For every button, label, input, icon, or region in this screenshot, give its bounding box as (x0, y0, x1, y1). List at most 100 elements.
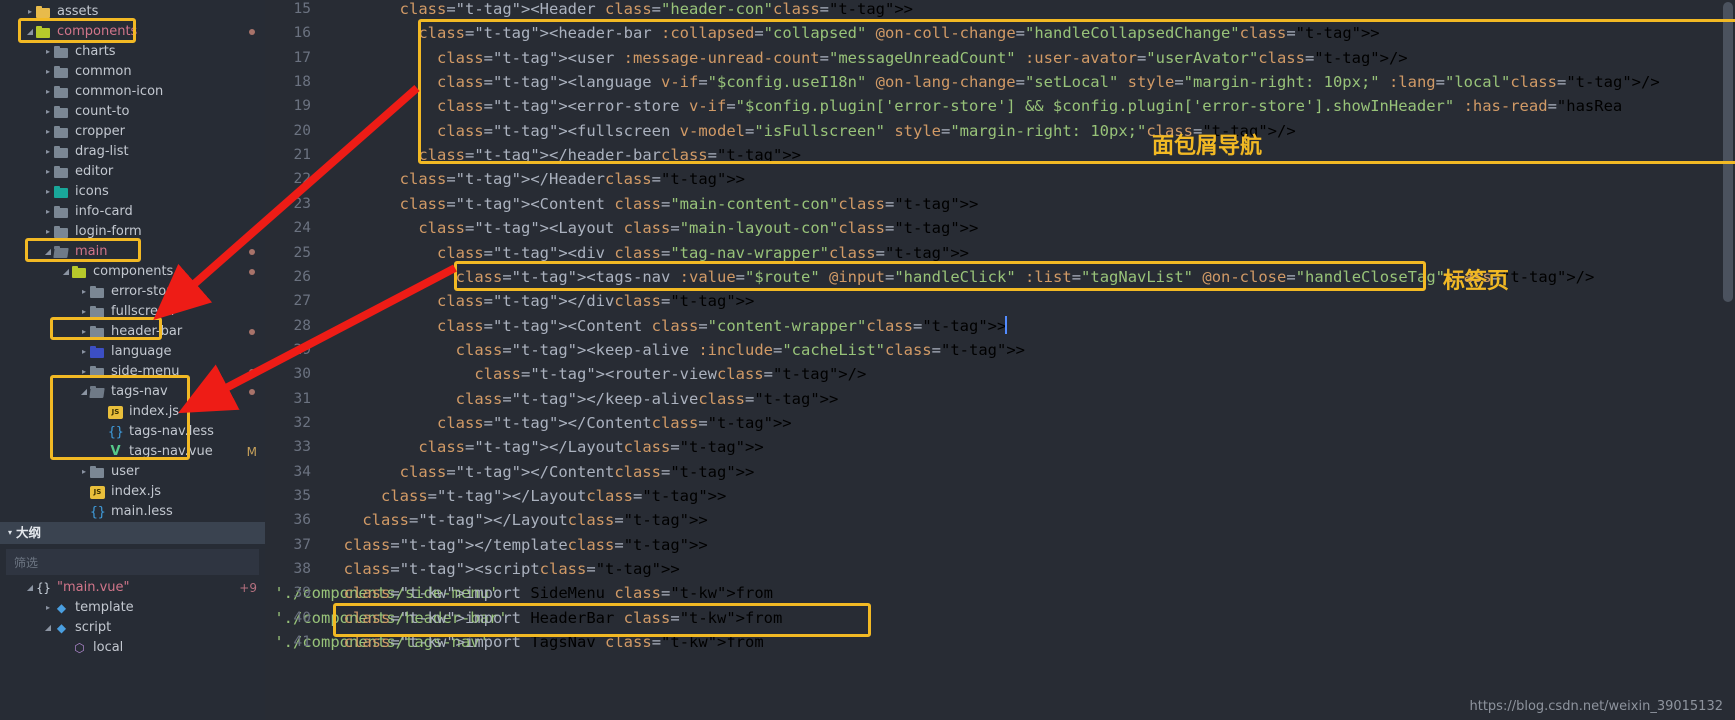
outline-item-template[interactable]: ▸ ◆ template (0, 598, 265, 618)
line-text[interactable]: class="t-tag"><scriptclass="t-tag">> (325, 557, 680, 581)
tree-item-main[interactable]: ◢ main (0, 242, 265, 262)
line-text[interactable]: class="t-tag"></Layoutclass="t-tag">> (325, 435, 763, 459)
chevron-right-icon[interactable]: ▸ (42, 122, 54, 142)
outline-item-script[interactable]: ◢ ◆ script (0, 618, 265, 638)
tree-item-index-js[interactable]: JS index.js (0, 402, 265, 422)
chevron-right-icon[interactable]: ▸ (42, 62, 54, 82)
tree-item-index-js[interactable]: JS index.js (0, 482, 265, 502)
line-text[interactable]: class="t-tag"></header-barclass="t-tag">… (325, 143, 801, 167)
file-tree[interactable]: ▸ assets ◢ components ▸ charts ▸ common ▸ common-… (0, 0, 265, 522)
cube-icon: ⬡ (74, 640, 85, 655)
line-text[interactable]: class="t-kw">import SideMenu class="t-kw… (325, 581, 773, 605)
tree-item-main-less[interactable]: {} main.less (0, 502, 265, 522)
outline-item-local[interactable]: ⬡ local (0, 638, 265, 658)
line-text[interactable]: class="t-tag"></Layoutclass="t-tag">> (325, 508, 707, 532)
line-text[interactable]: class="t-tag"><error-store v-if="$config… (325, 94, 1622, 118)
tree-item-tags-nav-less[interactable]: {} tags-nav.less (0, 422, 265, 442)
folder-icon (90, 305, 105, 319)
tree-item-header-bar[interactable]: ▸ header-bar (0, 322, 265, 342)
chevron-right-icon[interactable]: ▸ (42, 182, 54, 202)
chevron-right-icon[interactable]: ▸ (78, 362, 90, 382)
line-text[interactable]: class="t-tag"></Contentclass="t-tag">> (325, 460, 755, 484)
chevron-right-icon[interactable]: ▸ (42, 162, 54, 182)
code-line-41[interactable]: 41 class="t-kw">import TagsNav class="t-… (265, 630, 763, 654)
tree-item-fullscreen[interactable]: ▸ fullscreen (0, 302, 265, 322)
tree-item-editor[interactable]: ▸ editor (0, 162, 265, 182)
line-text[interactable]: class="t-tag"><header-bar :collapsed="co… (325, 21, 1379, 45)
tree-item-tags-nav-vue[interactable]: Vtags-nav.vue M (0, 442, 265, 462)
line-text[interactable]: class="t-kw">import HeaderBar class="t-k… (325, 606, 783, 630)
chevron-down-icon[interactable]: ◢ (24, 578, 36, 598)
chevron-right-icon[interactable]: ▸ (78, 322, 90, 342)
line-text[interactable]: class="t-tag"></Contentclass="t-tag">> (325, 411, 792, 435)
tree-item-assets[interactable]: ▸ assets (0, 2, 265, 22)
tree-item-side-menu[interactable]: ▸ side-menu (0, 362, 265, 382)
outline-filter-input[interactable]: 筛选 (6, 549, 259, 575)
scrollbar-thumb[interactable] (1723, 2, 1733, 302)
line-text[interactable]: class="t-tag"><Header class="header-con"… (325, 0, 913, 21)
chevron-down-icon[interactable]: ◢ (42, 242, 54, 262)
line-text[interactable]: class="t-tag"></Headerclass="t-tag">> (325, 167, 745, 191)
line-text[interactable]: class="t-tag"><keep-alive :include="cach… (325, 338, 1025, 362)
chevron-right-icon[interactable]: ▸ (42, 142, 54, 162)
tree-item-error-store[interactable]: ▸ error-store (0, 282, 265, 302)
line-text[interactable]: class="t-tag"><fullscreen v-model="isFul… (325, 119, 1296, 143)
code-line-40[interactable]: 40 class="t-kw">import HeaderBar class="… (265, 606, 782, 630)
tree-item-common[interactable]: ▸ common (0, 62, 265, 82)
line-text[interactable]: class="t-tag"><div class="tag-nav-wrappe… (325, 241, 969, 265)
chevron-right-icon[interactable]: ▸ (78, 342, 90, 362)
tree-item-components[interactable]: ◢ components (0, 22, 265, 42)
line-text[interactable]: class="t-tag"></Layoutclass="t-tag">> (325, 484, 726, 508)
chevron-right-icon[interactable]: ▸ (78, 462, 90, 482)
file-explorer-sidebar[interactable]: ▸ assets ◢ components ▸ charts ▸ common ▸ common-… (0, 0, 265, 720)
tree-item-cropper[interactable]: ▸ cropper (0, 122, 265, 142)
outline-tree[interactable]: ◢{} "main.vue" +9 ▸ ◆ template ◢ ◆ script ⬡ local (0, 578, 265, 658)
code-editor[interactable]: 15 class="t-tag"><Header class="header-c… (265, 0, 1735, 720)
tree-item-drag-list[interactable]: ▸ drag-list (0, 142, 265, 162)
chevron-down-icon[interactable]: ◢ (24, 22, 36, 42)
tree-item-components[interactable]: ◢ components (0, 262, 265, 282)
outline-panel-header[interactable]: ▾ 大纲 (0, 522, 265, 544)
tree-item-user[interactable]: ▸ user (0, 462, 265, 482)
less-file-icon: {} (90, 504, 106, 520)
tree-item-language[interactable]: ▸ language (0, 342, 265, 362)
line-text[interactable]: class="t-tag"><language v-if="$config.us… (325, 70, 1660, 94)
line-text[interactable]: class="t-tag"><Layout class="main-layout… (325, 216, 978, 240)
line-text[interactable]: class="t-tag"></divclass="t-tag">> (325, 289, 754, 313)
tree-item-label: index.js (111, 484, 162, 499)
tree-item-charts[interactable]: ▸ charts (0, 42, 265, 62)
chevron-down-icon[interactable]: ◢ (78, 382, 90, 402)
code-line-39[interactable]: 39 class="t-kw">import SideMenu class="t… (265, 581, 773, 605)
line-text[interactable]: class="t-tag"></templateclass="t-tag">> (325, 533, 708, 557)
tree-item-count-to[interactable]: ▸ count-to (0, 102, 265, 122)
line-number: 40 (293, 609, 311, 626)
line-text[interactable]: class="t-tag"><tags-nav :value="$route" … (325, 265, 1595, 289)
modified-dot (249, 369, 255, 375)
chevron-right-icon[interactable]: ▸ (42, 598, 54, 618)
chevron-down-icon[interactable]: ◢ (42, 618, 54, 638)
chevron-right-icon[interactable]: ▸ (78, 282, 90, 302)
chevron-right-icon[interactable]: ▸ (42, 102, 54, 122)
chevron-down-icon[interactable]: ◢ (60, 262, 72, 282)
chevron-right-icon[interactable]: ▸ (24, 2, 36, 22)
outline-item--main-vue-[interactable]: ◢{} "main.vue" +9 (0, 578, 265, 598)
tree-item-login-form[interactable]: ▸ login-form (0, 222, 265, 242)
line-text[interactable]: class="t-tag"><Content class="main-conte… (325, 192, 979, 216)
folder-icon (90, 365, 105, 379)
chevron-right-icon[interactable]: ▸ (42, 82, 54, 102)
folder-icon (36, 5, 51, 19)
chevron-right-icon[interactable]: ▸ (78, 302, 90, 322)
line-text[interactable]: class="t-tag"><router-viewclass="t-tag">… (325, 362, 866, 386)
editor-vertical-scrollbar[interactable] (1721, 0, 1735, 720)
chevron-right-icon[interactable]: ▸ (42, 202, 54, 222)
line-text[interactable]: class="t-tag"><user :message-unread-coun… (325, 46, 1408, 70)
line-text[interactable]: class="t-tag"><Content class="content-wr… (325, 314, 1008, 338)
tree-item-tags-nav[interactable]: ◢ tags-nav (0, 382, 265, 402)
line-text[interactable]: class="t-tag"></keep-aliveclass="t-tag">… (325, 387, 839, 411)
chevron-right-icon[interactable]: ▸ (42, 222, 54, 242)
tree-item-icons[interactable]: ▸ icons (0, 182, 265, 202)
tree-item-common-icon[interactable]: ▸ common-icon (0, 82, 265, 102)
tree-item-info-card[interactable]: ▸ info-card (0, 202, 265, 222)
chevron-right-icon[interactable]: ▸ (42, 42, 54, 62)
line-text[interactable]: class="t-kw">import TagsNav class="t-kw"… (325, 630, 764, 654)
